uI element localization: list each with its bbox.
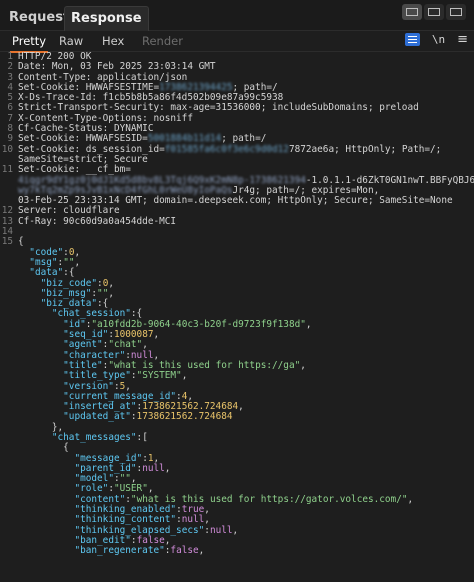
code-token: , (232, 524, 239, 536)
options-menu-icon[interactable]: ≡ (457, 33, 468, 46)
code-line: 13 Cf-Ray: 90c60d9a0a454dde-MCI (0, 215, 474, 227)
code-token: Cf-Ray: 90c60d9a0a454dde-MCI (18, 215, 177, 227)
code-line: 14 (0, 226, 474, 237)
code-token: , (74, 256, 81, 268)
json-key: "updated_at" (63, 411, 131, 423)
code-token: 7872ae6a; HttpOnly; Path=/; (288, 143, 442, 155)
code-token: ; path=/ (221, 133, 267, 145)
json-key: "ban_regenerate" (74, 545, 165, 557)
code-token: , (300, 359, 306, 371)
code-token: , (305, 318, 312, 330)
code-token: :[ (136, 431, 148, 443)
show-newlines-toggle[interactable]: \n (432, 33, 445, 46)
code-line: "updated_at":1738621562.724684 (0, 412, 474, 422)
response-editor[interactable]: 1 HTTP/2 200 OK 2 Date: Mon, 03 Feb 2025 23… (0, 52, 474, 582)
code-token: "SYSTEM" (136, 370, 182, 382)
layout-toggle-group (402, 4, 466, 20)
code-text: "ban_regenerate":false, (18, 546, 204, 556)
single-pane-layout-icon[interactable] (446, 4, 466, 20)
code-token: , (164, 462, 171, 474)
code-token: , (238, 401, 244, 413)
view-hex-tab[interactable]: Hex (102, 34, 124, 48)
code-line: "ban_regenerate":false, (0, 546, 474, 556)
view-render-tab[interactable]: Render (142, 34, 183, 48)
code-token: , (181, 370, 188, 382)
code-token: , (108, 287, 114, 299)
redacted-value: f01585fa6c0f3e6c9d0d12 (164, 143, 289, 155)
code-token: 1738621562.724684 (136, 411, 233, 423)
line-number: 10 (1, 143, 13, 155)
code-token: Set-Cookie: __cf_bm= (18, 164, 131, 176)
split-vertical-layout-icon[interactable] (424, 4, 444, 20)
pretty-format-icon[interactable] (404, 33, 420, 46)
code-line: "chat_messages":[ (0, 431, 474, 443)
split-horizontal-layout-icon[interactable] (402, 4, 422, 20)
tab-response[interactable]: Response (64, 6, 149, 31)
code-token: , (153, 329, 160, 341)
code-token: null (209, 524, 233, 536)
code-token: , (407, 493, 414, 505)
code-token: false (170, 545, 199, 557)
code-token: null (142, 462, 165, 474)
line-number: 11 (1, 164, 13, 176)
view-raw-tab[interactable]: Raw (59, 34, 83, 48)
message-tab-bar: Request Response (0, 0, 474, 31)
view-pretty-tab[interactable]: Pretty (9, 34, 49, 53)
code-text: Cf-Ray: 90c60d9a0a454dde-MCI (18, 215, 177, 227)
view-mode-bar: Pretty Raw Hex Render \n ≡ (0, 31, 474, 53)
code-token: , (198, 545, 205, 557)
line-number: 15 (1, 236, 13, 248)
